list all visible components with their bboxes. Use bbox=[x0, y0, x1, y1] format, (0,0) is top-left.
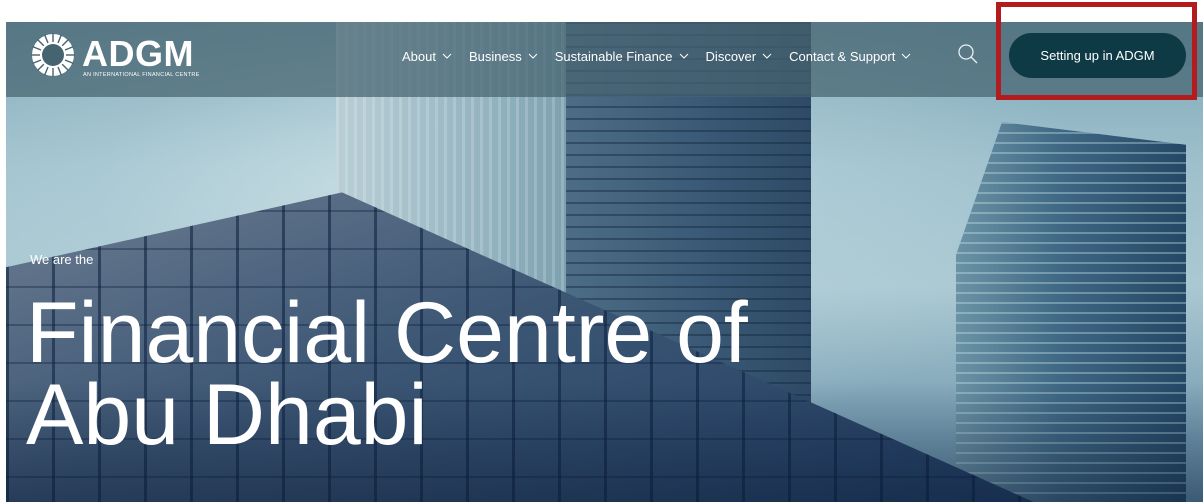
headline-line-1: Financial Centre of bbox=[26, 285, 748, 381]
brand-name: ADGM bbox=[82, 33, 194, 74]
hero-headline: Financial Centre of Abu Dhabi bbox=[26, 285, 748, 463]
nav-item-discover[interactable]: Discover bbox=[706, 49, 773, 64]
chevron-down-icon bbox=[762, 53, 772, 59]
brand-tagline: AN INTERNATIONAL FINANCIAL CENTRE bbox=[83, 72, 200, 78]
nav-item-about[interactable]: About bbox=[402, 49, 452, 64]
nav-label: Discover bbox=[705, 48, 757, 64]
nav-item-contact-support[interactable]: Contact & Support bbox=[789, 49, 911, 64]
nav-item-business[interactable]: Business bbox=[469, 49, 538, 64]
nav-label: Business bbox=[468, 48, 522, 64]
hero-eyebrow: We are the bbox=[30, 252, 94, 267]
setting-up-button[interactable]: Setting up in ADGM bbox=[1009, 33, 1186, 78]
nav-label: Contact & Support bbox=[789, 48, 896, 64]
nav-item-sustainable-finance[interactable]: Sustainable Finance bbox=[555, 49, 689, 64]
nav-label: About bbox=[402, 48, 436, 64]
chevron-down-icon bbox=[679, 53, 688, 59]
headline-line-2: Abu Dhabi bbox=[26, 367, 428, 463]
chevron-down-icon bbox=[442, 53, 452, 59]
adgm-logo[interactable]: ADGM AN INTERNATIONAL FINANCIAL CENTRE bbox=[30, 32, 220, 80]
chevron-down-icon bbox=[528, 53, 538, 59]
search-icon[interactable] bbox=[956, 42, 980, 66]
nav-label: Sustainable Finance bbox=[554, 48, 673, 64]
chevron-down-icon bbox=[902, 53, 911, 59]
starburst-ring-icon bbox=[31, 33, 75, 77]
main-nav: About Business Sustainable Finance Disco… bbox=[402, 44, 928, 68]
